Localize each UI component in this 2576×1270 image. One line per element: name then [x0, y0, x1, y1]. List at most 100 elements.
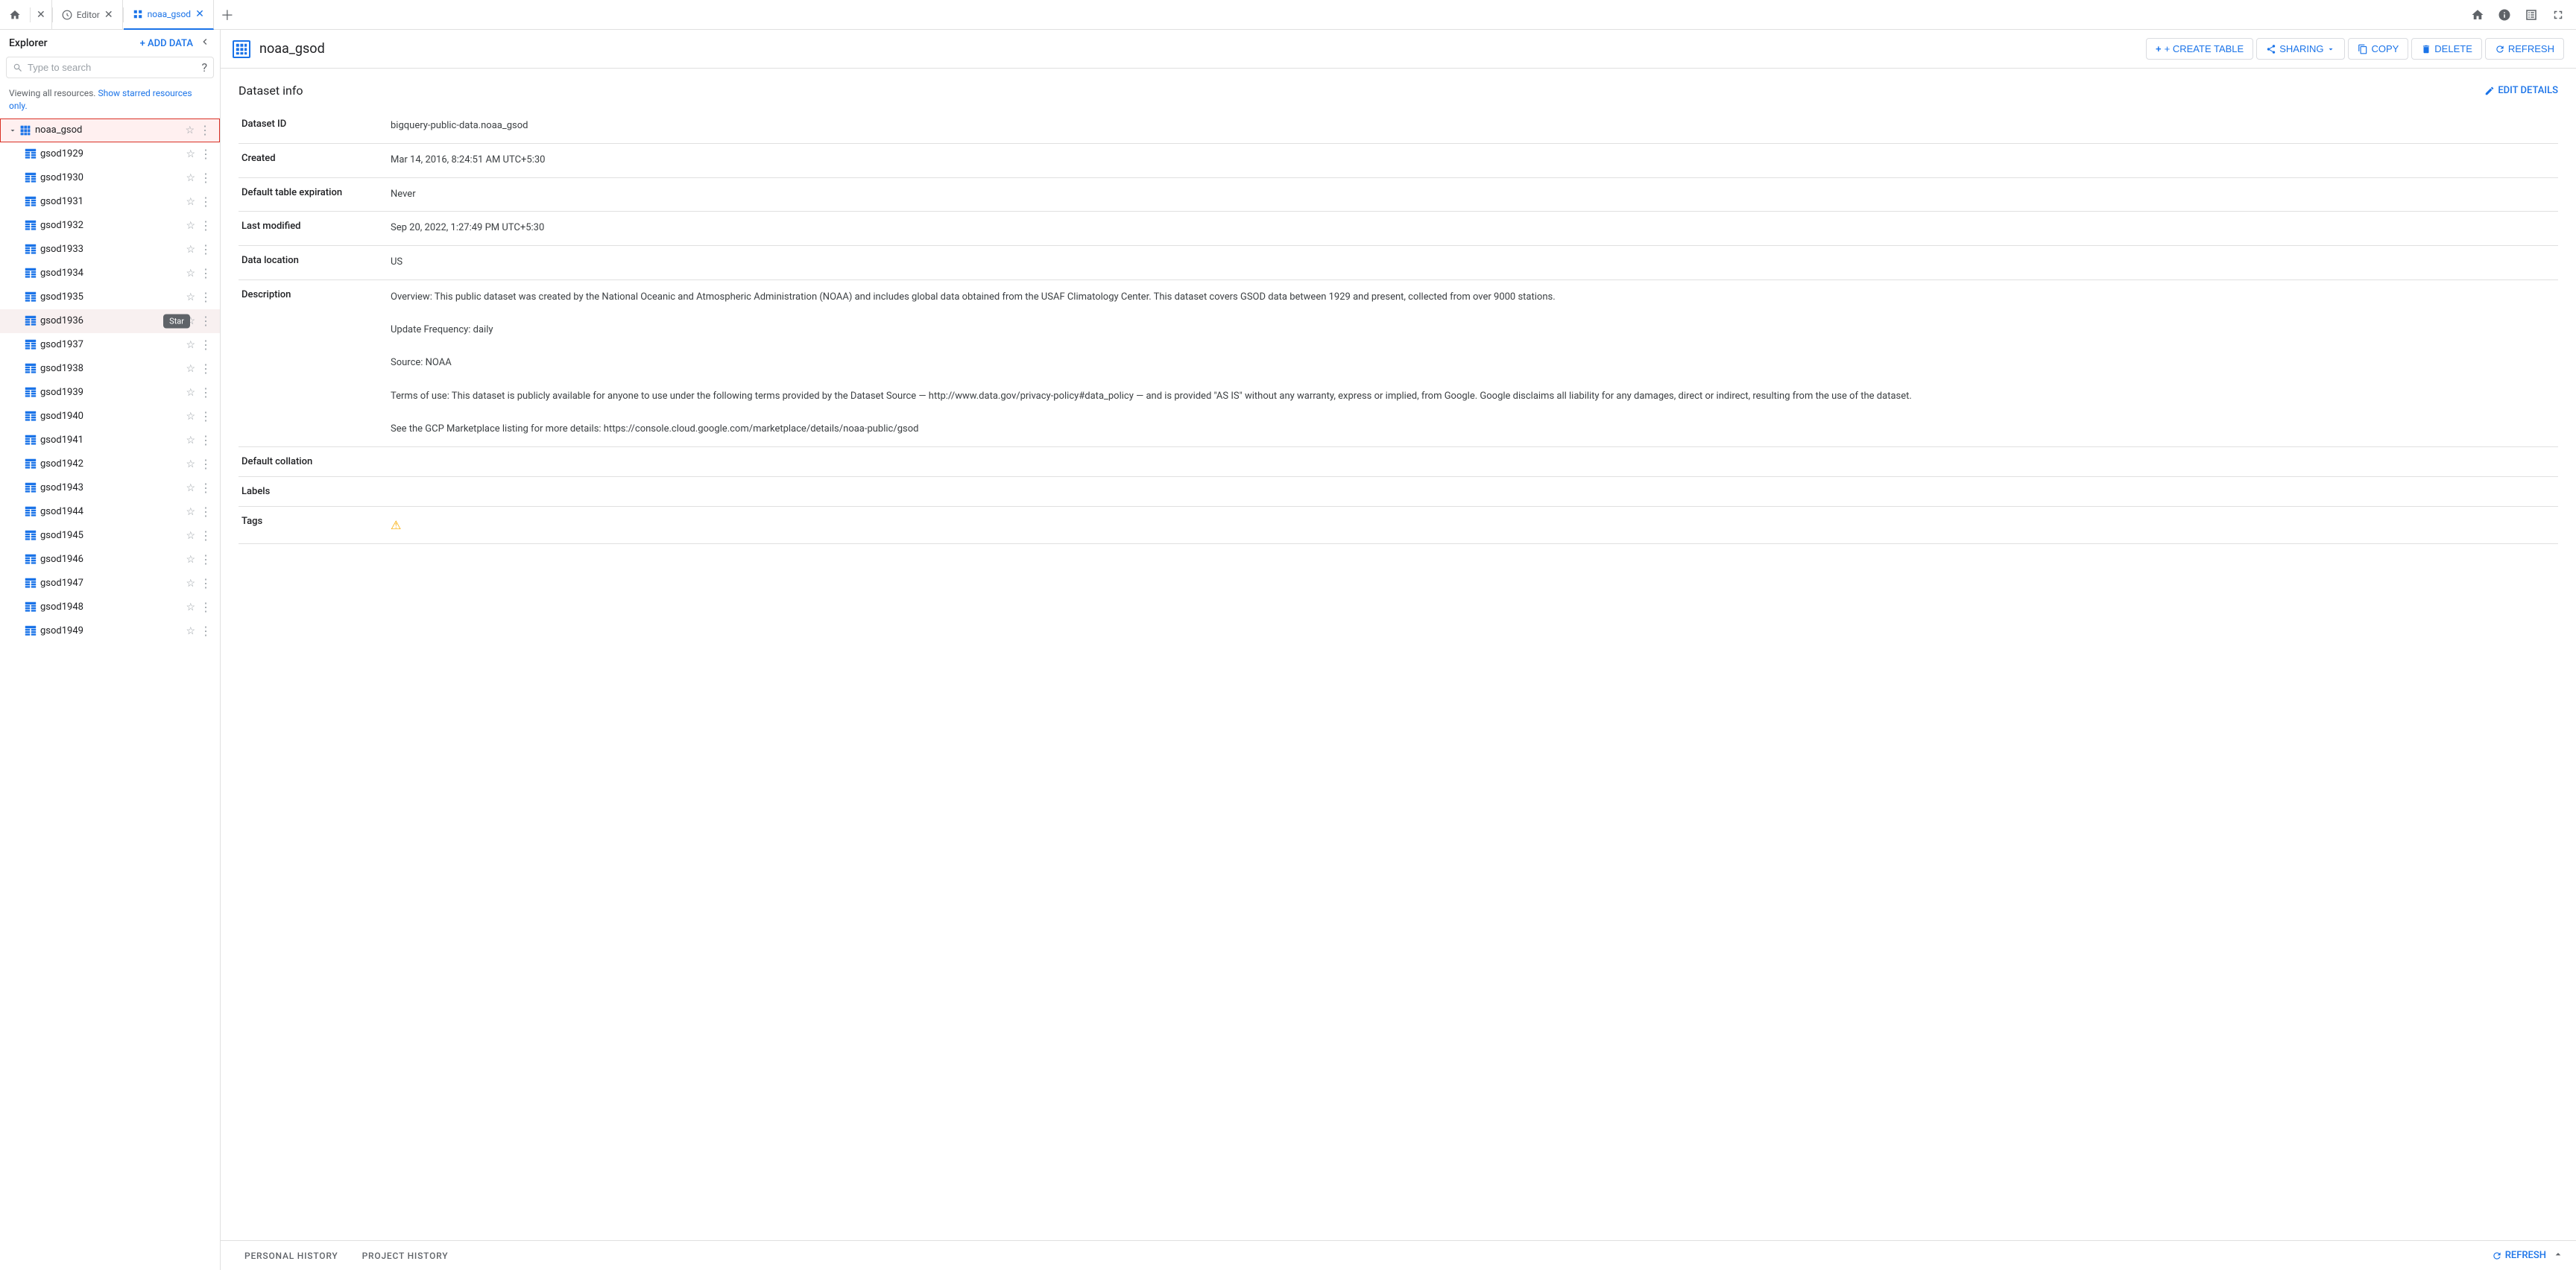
- tree-item-gsod1943[interactable]: gsod1943 ☆ ⋮: [0, 476, 220, 500]
- tree-item-star-button[interactable]: ☆: [184, 314, 197, 329]
- add-tab-button[interactable]: ＋: [214, 1, 241, 28]
- tree-item-star-button[interactable]: ☆: [184, 409, 197, 424]
- tree-item-more-button[interactable]: ⋮: [198, 265, 214, 282]
- tree-item-more-button[interactable]: ⋮: [198, 575, 214, 592]
- tree-item-gsod1940[interactable]: gsod1940 ☆ ⋮: [0, 405, 220, 429]
- table-row-labels: Labels: [239, 476, 2558, 506]
- tree-item-gsod1930[interactable]: gsod1930 ☆ ⋮: [0, 166, 220, 190]
- tree-item-gsod1941[interactable]: gsod1941 ☆ ⋮: [0, 429, 220, 452]
- tree-item-gsod1932[interactable]: gsod1932 ☆ ⋮: [0, 214, 220, 238]
- tree-item-more-button[interactable]: ⋮: [198, 193, 214, 210]
- nav-info-icon[interactable]: [2493, 3, 2516, 27]
- tree-item-gsod1948[interactable]: gsod1948 ☆ ⋮: [0, 595, 220, 619]
- tree-item-more-button[interactable]: ⋮: [198, 312, 214, 329]
- table-icon: [24, 267, 37, 280]
- label-last-modified: Last modified: [239, 212, 388, 246]
- copy-button[interactable]: COPY: [2348, 38, 2408, 60]
- tree-item-more-button[interactable]: ⋮: [198, 551, 214, 568]
- tree-item-gsod1936[interactable]: gsod1936 Star ☆ ⋮: [0, 309, 220, 333]
- tree-item-star-button[interactable]: ☆: [184, 505, 197, 519]
- personal-history-tab[interactable]: PERSONAL HISTORY: [233, 1241, 350, 1270]
- tree-item-more-button[interactable]: ⋮: [198, 503, 214, 520]
- search-input[interactable]: [28, 62, 197, 73]
- refresh-button[interactable]: REFRESH: [2485, 38, 2564, 60]
- tree-item-star-button[interactable]: ☆: [184, 195, 197, 209]
- delete-button[interactable]: DELETE: [2411, 38, 2482, 60]
- tree-item-more-button[interactable]: ⋮: [198, 169, 214, 186]
- tree-item-more-button[interactable]: ⋮: [198, 384, 214, 401]
- tree-item-star-button[interactable]: ☆: [184, 385, 197, 400]
- tree-item-star-button[interactable]: ☆: [184, 266, 197, 281]
- tree-item-star-button[interactable]: ☆: [184, 457, 197, 472]
- tree-item-more-button[interactable]: ⋮: [198, 527, 214, 544]
- tree-item-star-button[interactable]: ☆: [184, 624, 197, 639]
- tree-item-star-button[interactable]: ☆: [184, 481, 197, 496]
- nav-fullscreen-icon[interactable]: [2546, 3, 2570, 27]
- tree-item-star-button[interactable]: ☆: [184, 147, 197, 162]
- nav-home-icon[interactable]: [2466, 3, 2490, 27]
- edit-details-button[interactable]: EDIT DETAILS: [2484, 85, 2558, 96]
- tree-item-gsod1947[interactable]: gsod1947 ☆ ⋮: [0, 572, 220, 595]
- tab-noaa-gsod-close-icon[interactable]: ✕: [195, 8, 204, 20]
- tree-item-gsod1929[interactable]: gsod1929 ☆ ⋮: [0, 142, 220, 166]
- tree-item-more-button[interactable]: ⋮: [198, 360, 214, 377]
- tree-item-star-button[interactable]: ☆: [184, 290, 197, 305]
- tab-noaa-gsod[interactable]: noaa_gsod ✕: [124, 0, 214, 30]
- add-data-button[interactable]: + ADD DATA: [140, 38, 193, 49]
- tab-editor-close-icon[interactable]: ✕: [104, 9, 113, 21]
- tree-item-star-button[interactable]: ☆: [184, 528, 197, 543]
- tree-item-star-button[interactable]: ☆: [184, 361, 197, 376]
- search-icon: [13, 63, 23, 73]
- tree-item-more-button[interactable]: ⋮: [198, 622, 214, 639]
- nav-table-icon[interactable]: [2519, 3, 2543, 27]
- history-refresh-button[interactable]: REFRESH: [2492, 1250, 2546, 1261]
- help-icon[interactable]: ?: [201, 60, 207, 75]
- tree-item-actions: ☆ ⋮: [184, 265, 214, 282]
- table-row-tags: Tags ⚠: [239, 506, 2558, 544]
- sharing-button[interactable]: SHARING: [2256, 38, 2345, 60]
- create-table-button[interactable]: + + CREATE TABLE: [2146, 38, 2253, 60]
- home-tab-btn[interactable]: [0, 0, 30, 30]
- tree-item-more-button[interactable]: ⋮: [198, 432, 214, 449]
- tree-root-more-button[interactable]: ⋮: [198, 121, 213, 139]
- tree-item-gsod1944[interactable]: gsod1944 ☆ ⋮: [0, 500, 220, 524]
- history-refresh-icon: [2492, 1251, 2502, 1261]
- tree-root-star-button[interactable]: ☆: [183, 123, 196, 138]
- tree-item-star-button[interactable]: ☆: [184, 600, 197, 615]
- tab-home-close[interactable]: ✕: [31, 0, 52, 30]
- tree-item-star-button[interactable]: ☆: [184, 576, 197, 591]
- tree-item-more-button[interactable]: ⋮: [198, 408, 214, 425]
- close-icon[interactable]: ✕: [37, 9, 45, 21]
- sidebar-collapse-button[interactable]: [199, 36, 211, 51]
- tree-item-star-button[interactable]: ☆: [184, 242, 197, 257]
- tree-item-gsod1933[interactable]: gsod1933 ☆ ⋮: [0, 238, 220, 262]
- tree-item-more-button[interactable]: ⋮: [198, 241, 214, 258]
- tree-item-gsod1937[interactable]: gsod1937 ☆ ⋮: [0, 333, 220, 357]
- tree-item-star-button[interactable]: ☆: [184, 338, 197, 353]
- project-history-tab[interactable]: PROJECT HISTORY: [350, 1241, 461, 1270]
- tree-item-gsod1938[interactable]: gsod1938 ☆ ⋮: [0, 357, 220, 381]
- tree-item-more-button[interactable]: ⋮: [198, 145, 214, 162]
- tree-item-gsod1934[interactable]: gsod1934 ☆ ⋮: [0, 262, 220, 285]
- tree-item-star-button[interactable]: ☆: [184, 552, 197, 567]
- tree-item-gsod1939[interactable]: gsod1939 ☆ ⋮: [0, 381, 220, 405]
- tree-item-more-button[interactable]: ⋮: [198, 288, 214, 306]
- tree-item-gsod1942[interactable]: gsod1942 ☆ ⋮: [0, 452, 220, 476]
- tree-item-more-button[interactable]: ⋮: [198, 479, 214, 496]
- tree-item-more-button[interactable]: ⋮: [198, 598, 214, 616]
- tree-item-more-button[interactable]: ⋮: [198, 455, 214, 473]
- tree-item-more-button[interactable]: ⋮: [198, 336, 214, 353]
- sharing-chevron-icon: [2326, 45, 2335, 54]
- tree-item-gsod1935[interactable]: gsod1935 ☆ ⋮: [0, 285, 220, 309]
- tree-item-star-button[interactable]: ☆: [184, 171, 197, 186]
- tree-root-noaa-gsod[interactable]: noaa_gsod ☆ ⋮: [0, 119, 220, 142]
- tree-item-gsod1949[interactable]: gsod1949 ☆ ⋮: [0, 619, 220, 643]
- collapse-panel-button[interactable]: [2552, 1248, 2564, 1263]
- tree-item-star-button[interactable]: ☆: [184, 218, 197, 233]
- tree-item-gsod1945[interactable]: gsod1945 ☆ ⋮: [0, 524, 220, 548]
- tree-item-star-button[interactable]: ☆: [184, 433, 197, 448]
- tree-item-gsod1946[interactable]: gsod1946 ☆ ⋮: [0, 548, 220, 572]
- tree-item-more-button[interactable]: ⋮: [198, 217, 214, 234]
- tab-editor[interactable]: Editor ✕: [53, 0, 123, 30]
- tree-item-gsod1931[interactable]: gsod1931 ☆ ⋮: [0, 190, 220, 214]
